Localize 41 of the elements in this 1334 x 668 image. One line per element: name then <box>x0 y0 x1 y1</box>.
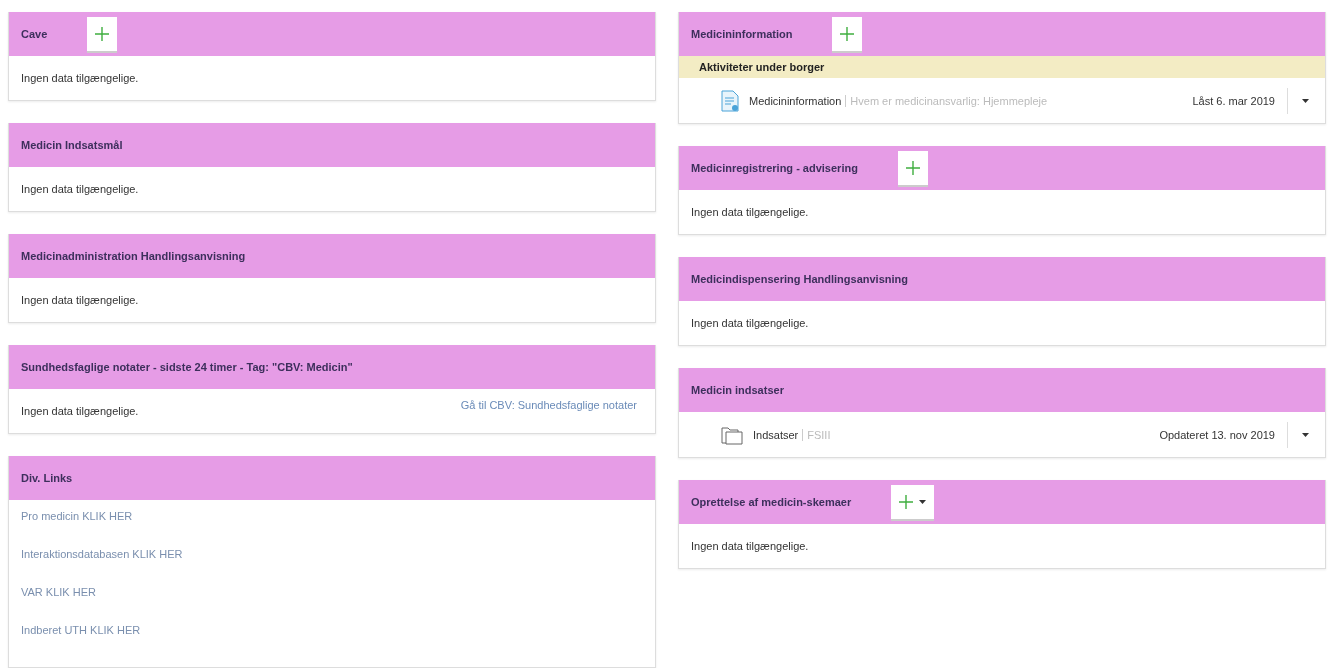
plus-icon <box>95 27 110 41</box>
folder-icon <box>721 424 743 445</box>
plus-icon <box>840 27 855 41</box>
panel-title: Oprettelse af medicin-skemaer <box>691 496 852 508</box>
panel-title: Medicin indsatser <box>691 384 784 396</box>
panel-title: Medicindispensering Handlingsanvisning <box>691 273 908 285</box>
item-status: Opdateret 13. nov 2019 <box>1159 421 1288 448</box>
empty-message: Ingen data tilgængelige. <box>21 294 139 306</box>
empty-message: Ingen data tilgængelige. <box>21 72 139 84</box>
item-status: Låst 6. mar 2019 <box>1192 87 1288 114</box>
add-button[interactable] <box>87 17 118 51</box>
panel-title: Div. Links <box>21 472 73 484</box>
empty-message: Ingen data tilgængelige. <box>691 206 809 218</box>
notes-link[interactable]: Gå til CBV: Sundhedsfaglige notater <box>460 399 637 411</box>
item-title[interactable]: Medicininformation <box>749 94 842 107</box>
panel-title: Medicinadministration Handlingsanvisning <box>21 250 246 262</box>
caret-icon <box>1302 432 1309 437</box>
link[interactable]: Pro medicin KLIK HER <box>21 510 133 522</box>
plus-icon <box>899 495 914 509</box>
add-button[interactable] <box>891 485 935 519</box>
group-header: Aktiviteter under borger <box>679 56 1325 78</box>
panel-title: Medicinregistrering - advisering <box>691 162 858 174</box>
document-icon <box>721 89 739 112</box>
empty-message: Ingen data tilgængelige. <box>691 540 809 552</box>
panel-title: Medicininformation <box>691 28 793 40</box>
panel-title: Medicin Indsatsmål <box>21 139 123 151</box>
add-button[interactable] <box>897 151 928 185</box>
item-detail: Hvem er medicinansvarlig: Hjemmepleje <box>845 94 1193 107</box>
link[interactable]: Interaktionsdatabasen KLIK HER <box>21 548 183 560</box>
empty-message: Ingen data tilgængelige. <box>21 183 139 195</box>
panel-title: Cave <box>21 28 48 40</box>
panel-title: Sundhedsfaglige notater - sidste 24 timer - Tag: "CBV: Medicin" <box>21 361 353 373</box>
item-title[interactable]: Indsatser <box>753 428 799 441</box>
link[interactable]: Indberet UTH KLIK HER <box>21 624 141 636</box>
empty-message: Ingen data tilgængelige. <box>691 317 809 329</box>
plus-icon <box>905 161 920 175</box>
link[interactable]: VAR KLIK HER <box>21 586 96 598</box>
empty-message: Ingen data tilgængelige. <box>21 405 139 417</box>
caret-icon <box>1302 98 1309 103</box>
item-detail: FSIII <box>802 428 1160 441</box>
add-button[interactable] <box>832 17 863 51</box>
